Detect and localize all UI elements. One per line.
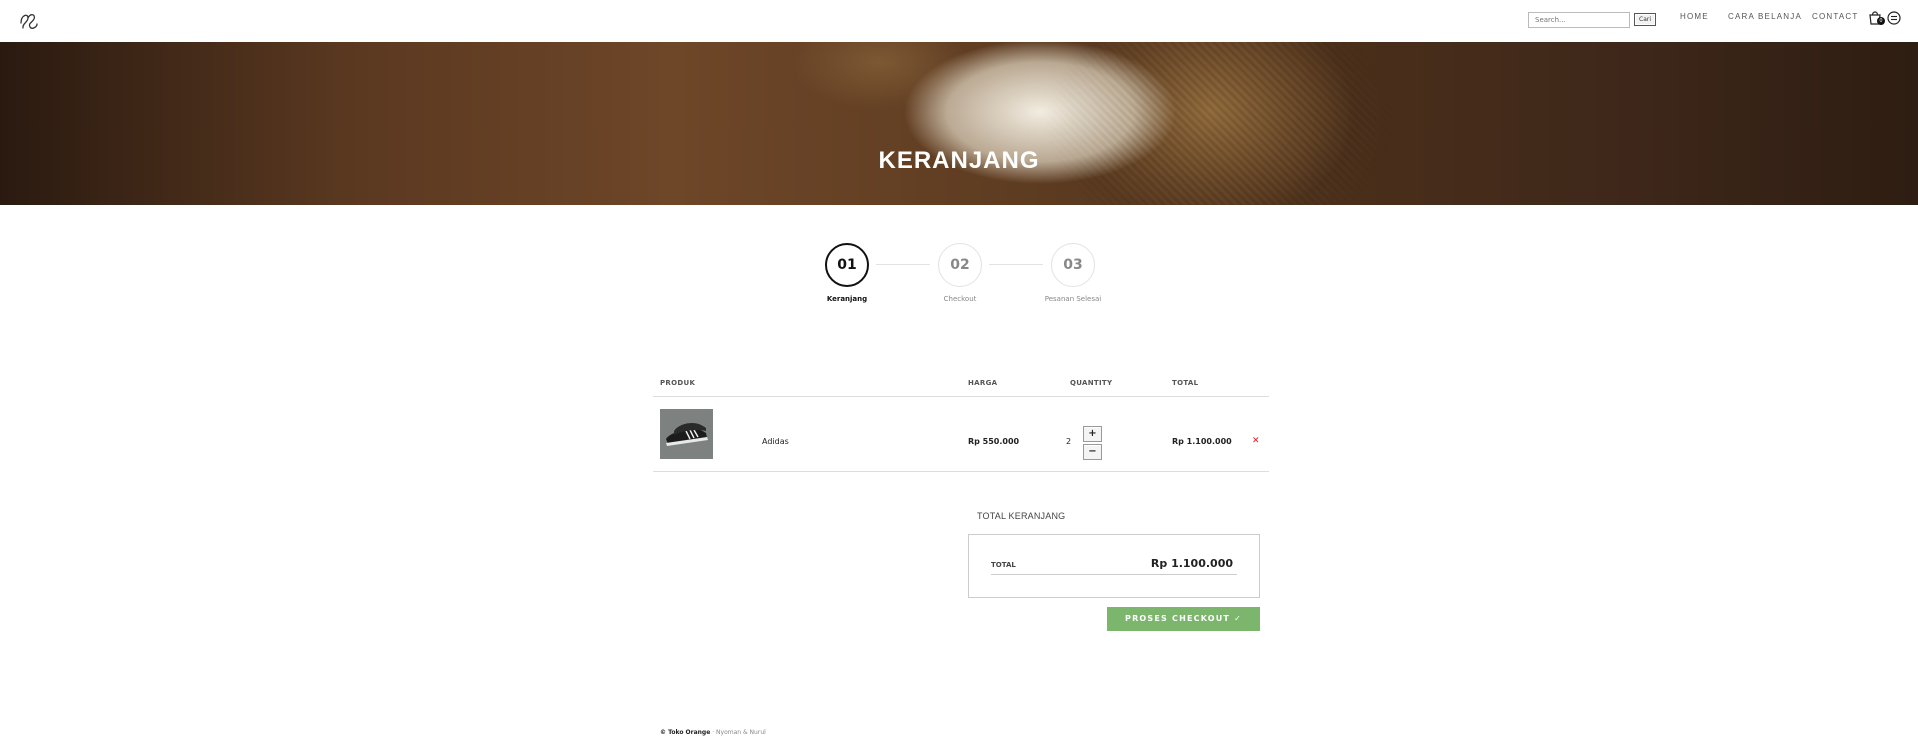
- quantity-increase-button[interactable]: +: [1083, 426, 1102, 442]
- step-checkout-circle: 02: [938, 243, 982, 287]
- table-header-divider: [653, 396, 1269, 397]
- step-cart-circle: 01: [825, 243, 869, 287]
- remove-item-icon[interactable]: ✕: [1252, 436, 1260, 446]
- cart-total-label: TOTAL: [991, 561, 1016, 569]
- step-connector: [876, 264, 930, 265]
- shoe-icon: [660, 409, 713, 459]
- nav-cara-belanja[interactable]: CARA BELANJA: [1728, 12, 1802, 21]
- nav-home[interactable]: HOME: [1680, 12, 1709, 21]
- checkout-button[interactable]: PROSES CHECKOUT ✓: [1107, 607, 1260, 631]
- product-image[interactable]: [660, 409, 713, 459]
- search-button[interactable]: Cari: [1634, 13, 1656, 26]
- step-checkout-label: Checkout: [943, 295, 977, 303]
- nav-contact[interactable]: CONTACT: [1812, 12, 1858, 21]
- quantity-value: 2: [1066, 437, 1072, 446]
- site-header: Cari HOME CARA BELANJA CONTACT 0: [0, 0, 1918, 42]
- page-title: KERANJANG: [878, 147, 1040, 174]
- step-done-label: Pesanan Selesai: [1044, 295, 1102, 303]
- menu-icon[interactable]: [1887, 11, 1901, 25]
- footer-credit: · Nyoman & Nurul: [712, 729, 766, 736]
- row-total: Rp 1.100.000: [1172, 437, 1232, 446]
- cart-total-value: Rp 1.100.000: [1150, 557, 1233, 570]
- column-header-total: TOTAL: [1172, 379, 1199, 387]
- cart-count-badge: 0: [1877, 17, 1885, 25]
- cart-totals-title: TOTAL KERANJANG: [977, 511, 1066, 521]
- column-header-product: PRODUK: [660, 379, 696, 387]
- step-connector: [989, 264, 1043, 265]
- footer-brand: © Toko Orange: [660, 729, 711, 736]
- quantity-decrease-button[interactable]: −: [1083, 444, 1102, 460]
- column-header-quantity: QUANTITY: [1070, 379, 1113, 387]
- footer: © Toko Orange · Nyoman & Nurul: [660, 729, 766, 736]
- table-row-divider: [653, 471, 1269, 472]
- logo-icon[interactable]: [18, 9, 40, 31]
- hero-banner: KERANJANG: [0, 42, 1918, 205]
- step-done-circle: 03: [1051, 243, 1095, 287]
- product-name[interactable]: Adidas: [762, 437, 789, 446]
- column-header-price: HARGA: [968, 379, 998, 387]
- search-input[interactable]: [1528, 12, 1630, 28]
- product-price: Rp 550.000: [968, 437, 1020, 446]
- step-cart-label: Keranjang: [826, 295, 868, 303]
- totals-divider: [991, 574, 1237, 575]
